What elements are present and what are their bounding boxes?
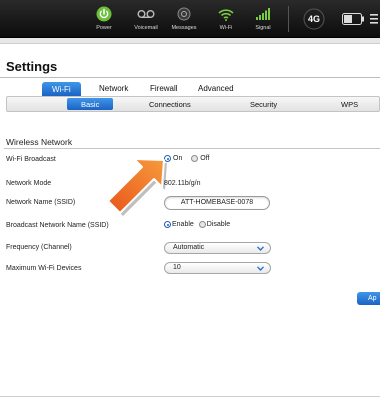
- frequency-label: Frequency (Channel): [6, 244, 72, 251]
- power-label: Power: [96, 25, 112, 31]
- pointer-arrow-icon: [107, 158, 167, 216]
- broadcast-off-label[interactable]: Off: [200, 155, 209, 162]
- signal-icon: [241, 5, 285, 23]
- title-divider: [0, 77, 380, 78]
- messages-button[interactable]: Messages: [162, 5, 206, 31]
- chevron-down-icon: [256, 263, 264, 273]
- network-badge: 4G: [308, 14, 320, 24]
- footer-divider: [0, 396, 380, 397]
- network-4g-icon: 4G: [303, 8, 325, 35]
- subtab-bar: Basic Connections Security WPS: [6, 96, 380, 112]
- tab-wifi[interactable]: Wi-Fi: [42, 82, 81, 96]
- max-devices-select[interactable]: 10: [164, 262, 271, 274]
- broadcast-ssid-label: Broadcast Network Name (SSID): [6, 222, 109, 229]
- tab-firewall[interactable]: Firewall: [150, 84, 178, 93]
- chevron-down-icon: [256, 243, 264, 253]
- wifi-broadcast-label: Wi-Fi Broadcast: [6, 156, 56, 163]
- ssid-disable-radio[interactable]: [198, 221, 206, 228]
- messages-label: Messages: [171, 25, 197, 31]
- power-icon: [82, 5, 126, 23]
- power-button[interactable]: Power: [82, 5, 126, 31]
- subtab-basic[interactable]: Basic: [67, 98, 114, 110]
- max-devices-value: 10: [173, 264, 181, 271]
- battery-icon: [342, 12, 366, 30]
- page-title: Settings: [6, 59, 58, 74]
- subtab-connections[interactable]: Connections: [149, 100, 191, 109]
- ssid-disable-label[interactable]: Disable: [207, 221, 230, 228]
- subtab-security[interactable]: Security: [250, 100, 277, 109]
- max-devices-label: Maximum Wi-Fi Devices: [6, 265, 82, 272]
- status-bar: Power Voicemail Messages Wi-Fi Signal 4G: [0, 0, 380, 38]
- signal-button[interactable]: Signal: [241, 5, 285, 31]
- header-band: [0, 38, 380, 44]
- subtab-wps[interactable]: WPS: [341, 100, 358, 109]
- tab-network[interactable]: Network: [99, 84, 128, 93]
- signal-label: Signal: [255, 25, 271, 31]
- ssid-label: Network Name (SSID): [6, 199, 76, 206]
- network-mode-label: Network Mode: [6, 180, 52, 187]
- broadcast-off-radio[interactable]: [191, 155, 199, 162]
- frequency-value: Automatic: [173, 244, 205, 251]
- messages-icon: [162, 5, 206, 23]
- tab-advanced[interactable]: Advanced: [198, 84, 234, 93]
- section-heading: Wireless Network: [6, 137, 73, 147]
- apply-button[interactable]: Ap: [357, 292, 380, 305]
- menu-icon[interactable]: [370, 12, 378, 30]
- frequency-select[interactable]: Automatic: [164, 242, 271, 254]
- status-divider: [288, 6, 289, 32]
- section-divider: [4, 148, 380, 149]
